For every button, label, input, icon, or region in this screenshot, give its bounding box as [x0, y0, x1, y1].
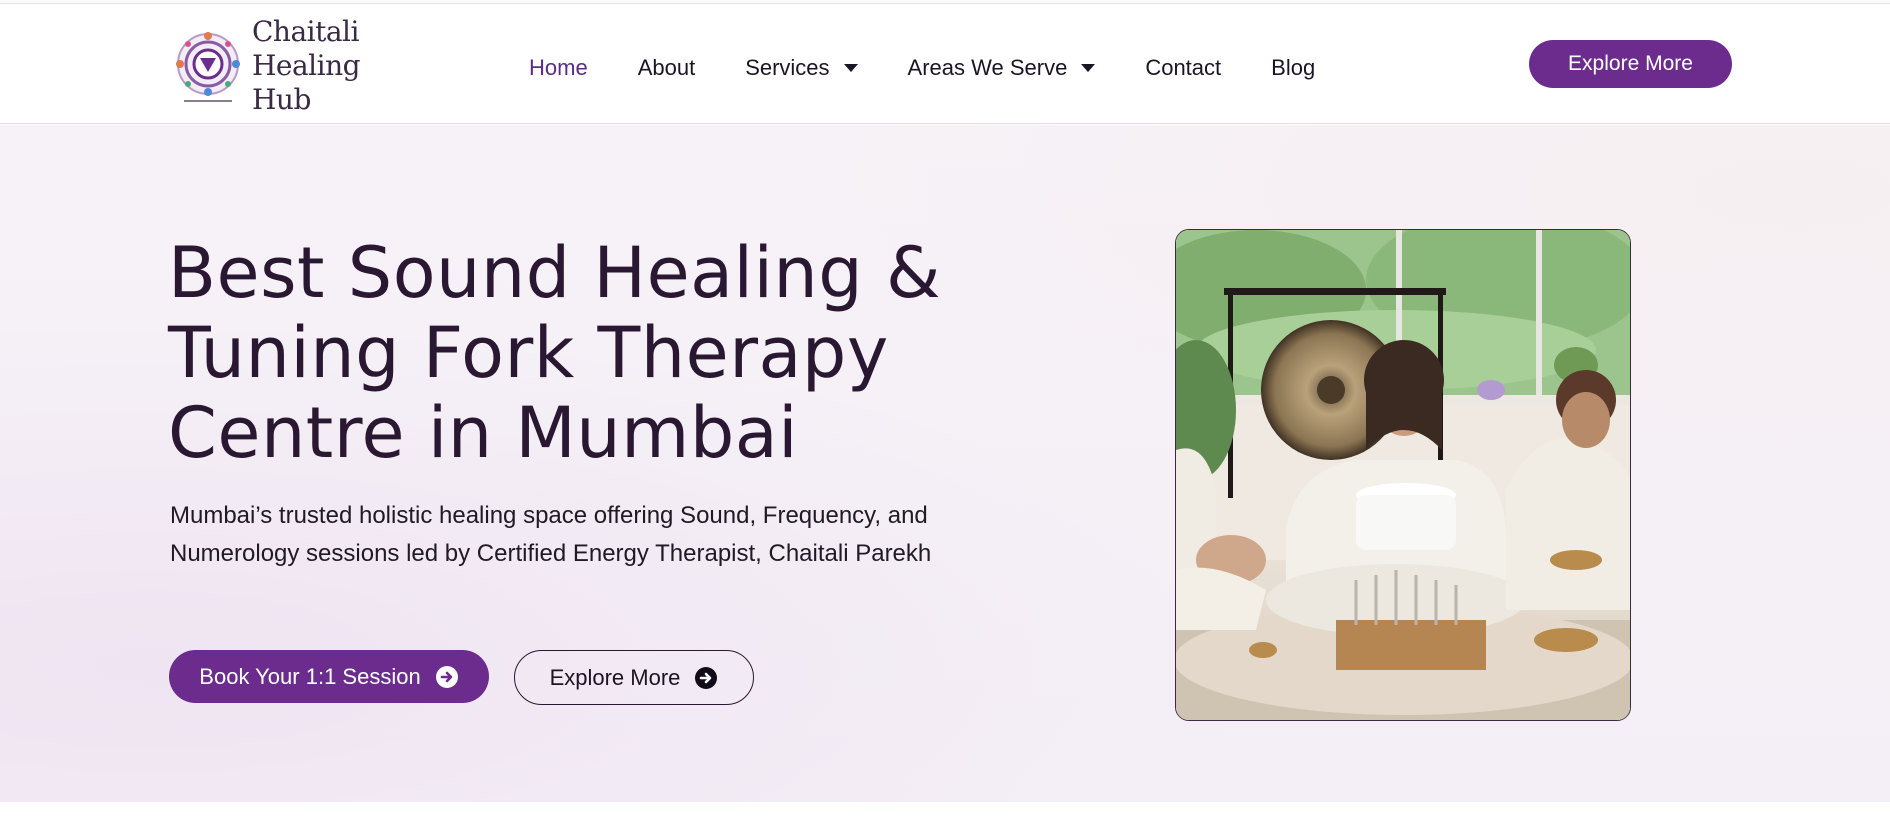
section-divider	[0, 802, 1890, 824]
hero-title: Best Sound Healing & Tuning Fork Therapy…	[168, 233, 968, 473]
hero-section: Best Sound Healing & Tuning Fork Therapy…	[0, 125, 1890, 802]
caret-down-icon	[843, 64, 858, 72]
nav-item-label: Services	[745, 55, 830, 80]
nav-item-contact[interactable]: Contact	[1145, 55, 1221, 81]
nav-item-home[interactable]: Home	[529, 55, 588, 81]
nav-item-about[interactable]: About	[638, 55, 696, 81]
mandala-logo-icon	[172, 26, 244, 106]
nav-item-label: Blog	[1271, 55, 1316, 80]
nav-item-label: Areas We Serve	[907, 55, 1068, 80]
arrow-right-circle-icon	[694, 666, 718, 690]
nav-item-label: Home	[529, 55, 588, 80]
nav-item-services[interactable]: Services	[745, 55, 858, 81]
caret-down-icon	[1081, 64, 1096, 72]
hero-explore-more-button[interactable]: Explore More	[514, 650, 754, 705]
explore-more-label: Explore More	[549, 664, 681, 690]
arrow-right-circle-icon	[435, 665, 459, 689]
main-nav: Home About Services Areas We Serve Conta…	[529, 48, 1365, 88]
hero-description: Mumbai’s trusted holistic healing space …	[170, 502, 932, 567]
hero-title-line2: Tuning Fork Therapy	[168, 312, 889, 394]
site-header: Chaitali Healing Hub Home About Services…	[0, 4, 1890, 124]
book-session-button[interactable]: Book Your 1:1 Session	[169, 650, 489, 703]
nav-item-label: About	[637, 55, 696, 80]
header-explore-more-button[interactable]: Explore More	[1529, 40, 1732, 88]
hero-title-line1: Best Sound Healing &	[168, 232, 942, 314]
nav-item-blog[interactable]: Blog	[1271, 55, 1315, 81]
brand-logo[interactable]: Chaitali Healing Hub	[172, 15, 412, 116]
book-session-label: Book Your 1:1 Session	[199, 663, 421, 689]
nav-item-label: Contact	[1145, 55, 1222, 80]
brand-name: Chaitali Healing Hub	[252, 15, 412, 117]
hero-title-line3: Centre in Mumbai	[168, 392, 799, 474]
nav-item-areas-we-serve[interactable]: Areas We Serve	[908, 55, 1096, 81]
brand-name-line1: Chaitali	[252, 15, 359, 48]
hero-image-sound-healing	[1175, 229, 1631, 721]
brand-name-line2: Healing Hub	[252, 49, 361, 116]
